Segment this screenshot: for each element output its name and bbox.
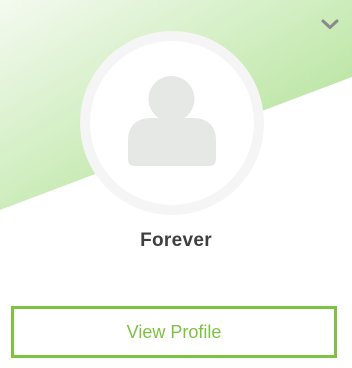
avatar[interactable] xyxy=(90,41,254,205)
user-placeholder-icon xyxy=(128,76,216,166)
profile-card: Forever View Profile xyxy=(0,0,352,368)
profile-name: Forever xyxy=(140,230,212,251)
view-profile-label: View Profile xyxy=(126,321,222,342)
view-profile-button[interactable]: View Profile xyxy=(11,306,337,358)
chevron-down-icon[interactable] xyxy=(320,16,340,32)
